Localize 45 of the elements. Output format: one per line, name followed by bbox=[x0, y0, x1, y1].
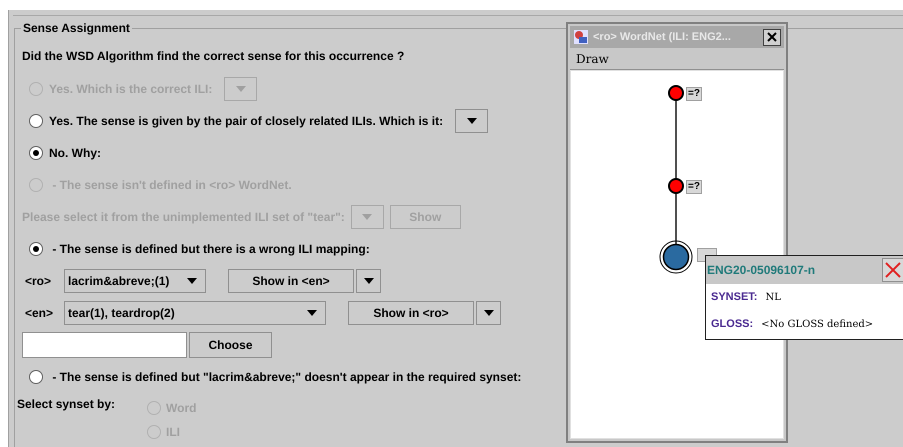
node-label[interactable]: =? bbox=[686, 180, 702, 194]
caret-icon bbox=[236, 86, 246, 92]
graph-node[interactable] bbox=[658, 239, 694, 275]
radio-label: Yes. The sense is given by the pair of closely related ILIs. Which is it: bbox=[49, 113, 444, 130]
show-button[interactable]: Show in <en> bbox=[228, 269, 354, 293]
window-title: <ro> WordNet (ILI: ENG2... bbox=[593, 30, 731, 45]
caret-icon bbox=[364, 278, 374, 284]
field-label: SYNSET: bbox=[711, 290, 758, 306]
field-value: <No GLOSS defined> bbox=[761, 318, 874, 332]
language-tag: <en> bbox=[22, 304, 64, 322]
graph-node[interactable] bbox=[668, 85, 684, 101]
radio-label: - The sense is defined but there is a wrong ILI mapping: bbox=[51, 241, 370, 258]
choose-button[interactable]: Choose bbox=[189, 332, 272, 358]
caret-icon bbox=[466, 118, 477, 124]
caret-icon bbox=[362, 214, 372, 220]
field-label: Select synset by: bbox=[17, 396, 116, 413]
close-icon bbox=[767, 32, 777, 42]
menu-item[interactable]: Draw bbox=[576, 50, 609, 68]
caret-icon bbox=[307, 310, 317, 316]
input-field[interactable] bbox=[22, 332, 187, 358]
app-icon bbox=[573, 29, 589, 45]
radio-label: - The sense is defined but "lacrim&abreve;" doesn't appear in the required synset: bbox=[51, 369, 522, 386]
close-button[interactable] bbox=[763, 28, 781, 46]
field-value: NL bbox=[765, 291, 781, 305]
radio-button[interactable] bbox=[29, 146, 43, 160]
caret-icon bbox=[484, 310, 494, 316]
radio-button[interactable] bbox=[29, 114, 43, 128]
show-button[interactable]: Show in <ro> bbox=[348, 301, 474, 325]
close-icon bbox=[884, 261, 902, 279]
node-label[interactable]: =? bbox=[686, 87, 702, 101]
field-label: GLOSS: bbox=[711, 317, 754, 332]
radio-button[interactable] bbox=[29, 242, 43, 256]
group-title: Sense Assignment bbox=[21, 20, 132, 36]
dropdown-arrow-button[interactable] bbox=[476, 301, 501, 325]
dropdown-arrow-button[interactable] bbox=[356, 269, 381, 293]
dropdown[interactable]: lacrim&abreve;(1) bbox=[64, 269, 206, 293]
radio-label: No. Why: bbox=[49, 145, 101, 162]
graph-node[interactable] bbox=[668, 178, 684, 194]
dropdown[interactable]: tear(1), teardrop(2) bbox=[64, 301, 326, 325]
caret-icon bbox=[187, 278, 197, 284]
popup-title: ENG20-05096107-n bbox=[707, 262, 816, 279]
question-text: Did the WSD Algorithm find the correct sense for this occurrence ? bbox=[22, 48, 404, 65]
radio-button[interactable] bbox=[29, 370, 43, 384]
language-tag: <ro> bbox=[22, 272, 64, 290]
dropdown[interactable] bbox=[455, 109, 488, 133]
